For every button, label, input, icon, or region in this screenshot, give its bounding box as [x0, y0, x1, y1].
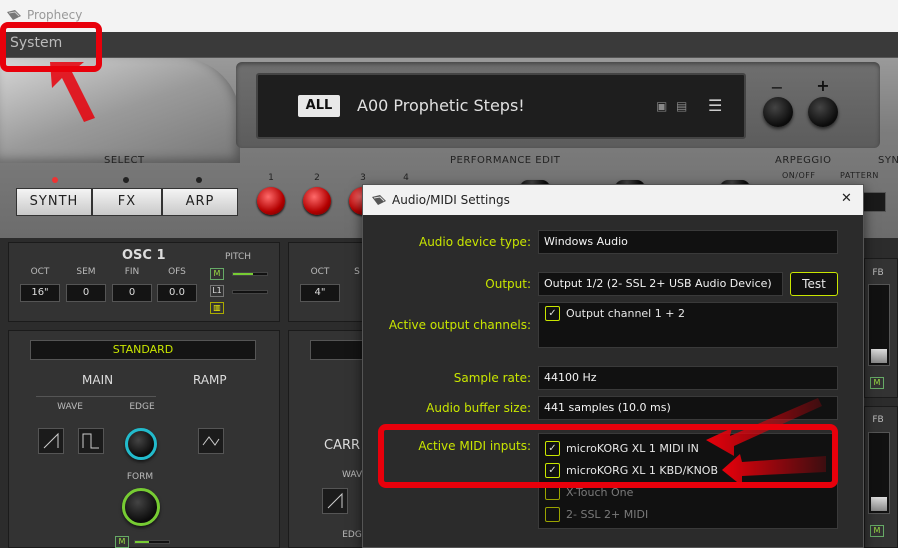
arrow-midi-1: [706, 398, 822, 456]
annotation-arrows: [50, 62, 826, 486]
arrow-system: [50, 62, 95, 122]
arrow-midi-2: [722, 454, 826, 486]
